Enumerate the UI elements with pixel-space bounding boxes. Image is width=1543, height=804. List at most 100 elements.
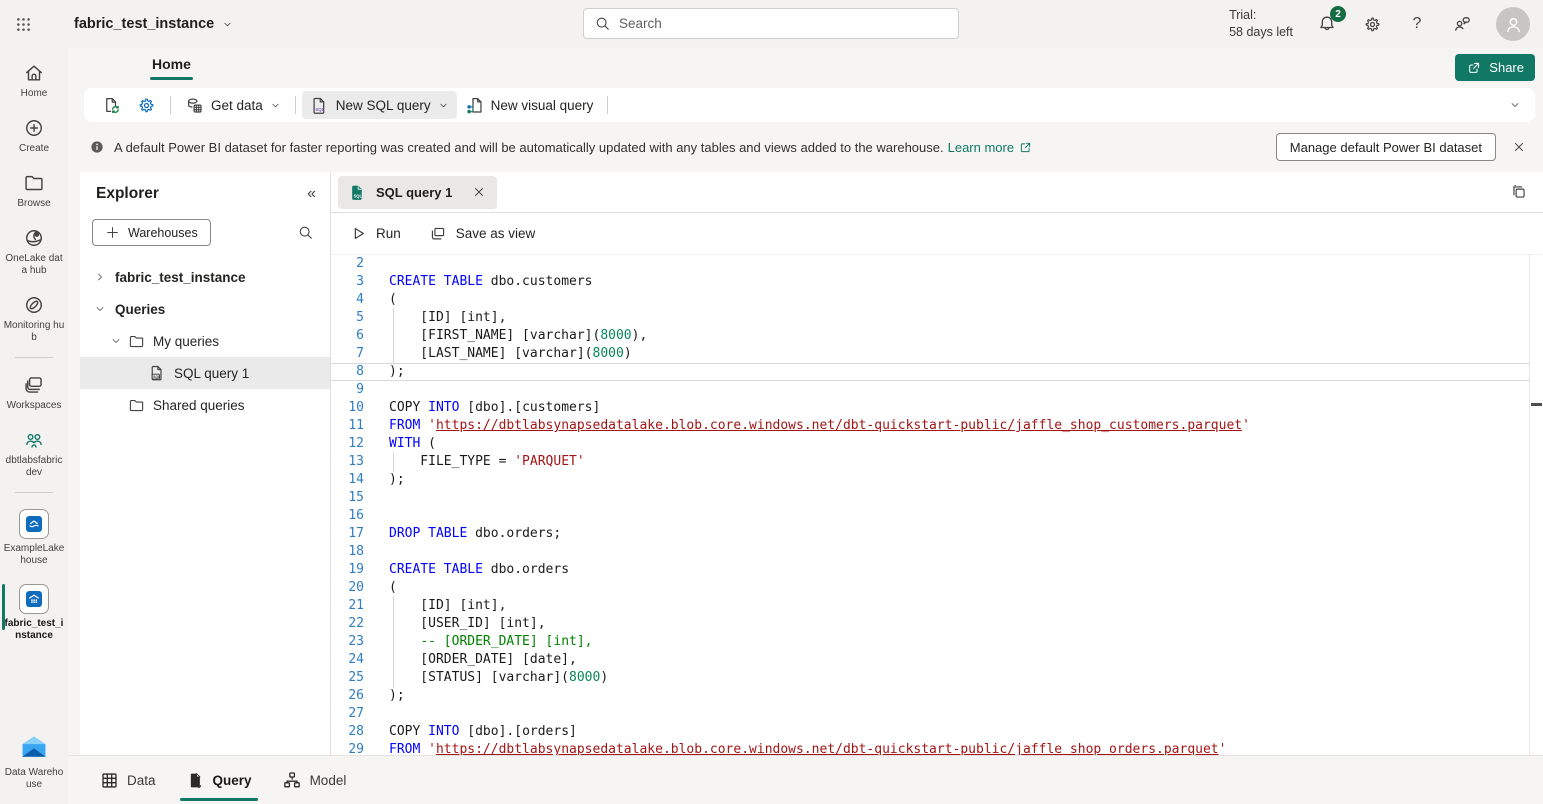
help-button[interactable]: ? xyxy=(1406,13,1428,35)
query-editor-panel: SQL SQL query 1 Run Save as view 23CREAT… xyxy=(331,172,1543,755)
collapse-explorer-button[interactable]: « xyxy=(307,186,316,202)
close-tab-button[interactable] xyxy=(472,185,486,199)
tab-home[interactable]: Home xyxy=(150,54,193,80)
manage-dataset-button[interactable]: Manage default Power BI dataset xyxy=(1276,133,1496,161)
rail-item-onelake-data-hub[interactable]: OneLake data hub xyxy=(0,223,68,281)
code-line-2[interactable]: 2 xyxy=(331,255,1529,273)
account-avatar[interactable] xyxy=(1496,7,1530,41)
code-token: https://dbtlabsynapsedatalake.blob.core.… xyxy=(436,418,1242,433)
tree-item-shared-queries[interactable]: Shared queries xyxy=(80,389,330,421)
overview-ruler[interactable] xyxy=(1529,255,1543,755)
rail-item-create[interactable]: Create xyxy=(0,113,68,159)
rail-item-workspaces[interactable]: Workspaces xyxy=(0,370,68,416)
code-line-15[interactable]: 15 xyxy=(331,489,1529,507)
rail-item-home[interactable]: Home xyxy=(0,58,68,104)
model-icon xyxy=(282,770,302,790)
code-line-11[interactable]: 11FROM 'https://dbtlabsynapsedatalake.bl… xyxy=(331,417,1529,435)
code-token: ); xyxy=(389,364,405,379)
code-line-18[interactable]: 18 xyxy=(331,543,1529,561)
bottom-tab-data[interactable]: Data xyxy=(100,756,156,804)
code-line-10[interactable]: 10COPY INTO [dbo].[customers] xyxy=(331,399,1529,417)
code-line-22[interactable]: 22 [USER_ID] [int], xyxy=(331,615,1529,633)
rail-item-dbtlabsfabricdev[interactable]: dbtlabsfabricdev xyxy=(0,425,68,483)
toolbar-divider xyxy=(295,96,296,114)
tree-item-sql-query-1[interactable]: SQLSQL query 1 xyxy=(80,357,330,389)
tree-item-my-queries[interactable]: My queries xyxy=(80,325,330,357)
search-input[interactable] xyxy=(619,16,948,31)
code-line-12[interactable]: 12WITH ( xyxy=(331,435,1529,453)
code-line-5[interactable]: 5 [ID] [int], xyxy=(331,309,1529,327)
code-token: [FIRST_NAME] [varchar]( xyxy=(389,328,600,343)
chevron-right-icon[interactable] xyxy=(92,271,108,283)
code-line-3[interactable]: 3CREATE TABLE dbo.customers xyxy=(331,273,1529,291)
code-line-28[interactable]: 28COPY INTO [dbo].[orders] xyxy=(331,723,1529,741)
code-line-8[interactable]: 8); xyxy=(331,363,1529,381)
collapse-ribbon-chevron[interactable] xyxy=(1509,99,1521,111)
code-line-4[interactable]: 4( xyxy=(331,291,1529,309)
tree-item-fabric-test-instance[interactable]: fabric_test_instance xyxy=(80,261,330,293)
code-line-24[interactable]: 24 [ORDER_DATE] [date], xyxy=(331,651,1529,669)
code-line-17[interactable]: 17DROP TABLE dbo.orders; xyxy=(331,525,1529,543)
code-editor[interactable]: 23CREATE TABLE dbo.customers4(5 [ID] [in… xyxy=(331,255,1529,755)
learn-more-link[interactable]: Learn more xyxy=(948,140,1033,155)
notifications-button[interactable]: 2 xyxy=(1316,13,1338,35)
rail-item-examplelakehouse[interactable]: ExampleLakehouse xyxy=(0,505,68,571)
warehouse-settings-button[interactable] xyxy=(129,91,164,119)
code-line-6[interactable]: 6 [FIRST_NAME] [varchar](8000), xyxy=(331,327,1529,345)
tree-item-label: SQL query 1 xyxy=(174,366,249,381)
code-line-13[interactable]: 13 FILE_TYPE = 'PARQUET' xyxy=(331,453,1529,471)
rail-item-browse[interactable]: Browse xyxy=(0,168,68,214)
code-line-7[interactable]: 7 [LAST_NAME] [varchar](8000) xyxy=(331,345,1529,363)
chevron-down-icon[interactable] xyxy=(92,303,108,315)
chevron-down-icon[interactable] xyxy=(108,335,124,347)
code-line-21[interactable]: 21 [ID] [int], xyxy=(331,597,1529,615)
code-line-19[interactable]: 19CREATE TABLE dbo.orders xyxy=(331,561,1529,579)
new-sql-query-button[interactable]: SQL New SQL query xyxy=(302,91,457,119)
feedback-icon xyxy=(1452,14,1472,34)
add-warehouses-button[interactable]: Warehouses xyxy=(92,219,211,246)
save-as-view-button[interactable]: Save as view xyxy=(429,225,536,243)
line-content: [USER_ID] [int], xyxy=(364,615,1529,633)
code-token: ( xyxy=(389,292,397,307)
query-tab[interactable]: SQL SQL query 1 xyxy=(338,176,497,209)
bottom-tab-model[interactable]: Model xyxy=(282,756,347,804)
workspace-title-dropdown[interactable]: fabric_test_instance xyxy=(74,16,233,32)
refresh-button[interactable] xyxy=(94,91,129,119)
settings-button[interactable] xyxy=(1361,13,1383,35)
rail-item-fabric-test-instance[interactable]: fabric_test_instance xyxy=(0,580,68,646)
code-line-27[interactable]: 27 xyxy=(331,705,1529,723)
rail-divider xyxy=(15,492,53,493)
copy-button[interactable] xyxy=(1510,183,1528,201)
line-number: 21 xyxy=(331,597,364,615)
code-line-16[interactable]: 16 xyxy=(331,507,1529,525)
get-data-button[interactable]: Get data xyxy=(177,91,289,119)
code-line-29[interactable]: 29FROM 'https://dbtlabsynapsedatalake.bl… xyxy=(331,741,1529,755)
new-visual-query-button[interactable]: New visual query xyxy=(457,91,602,119)
line-number: 17 xyxy=(331,525,364,543)
app-launcher-button[interactable] xyxy=(0,0,46,48)
bottom-tab-query[interactable]: Query xyxy=(186,756,252,804)
feedback-button[interactable] xyxy=(1451,13,1473,35)
refresh-document-icon xyxy=(102,96,121,115)
code-line-9[interactable]: 9 xyxy=(331,381,1529,399)
rail-item-monitoring-hub[interactable]: Monitoring hub xyxy=(0,290,68,348)
explorer-search-button[interactable] xyxy=(297,224,314,241)
code-line-23[interactable]: 23 -- [ORDER_DATE] [int], xyxy=(331,633,1529,651)
code-token: 8000 xyxy=(593,346,624,361)
rail-item-label: dbtlabsfabricdev xyxy=(3,455,65,479)
code-line-20[interactable]: 20( xyxy=(331,579,1529,597)
banner-close-button[interactable] xyxy=(1508,136,1530,158)
tree-item-queries[interactable]: Queries xyxy=(80,293,330,325)
rail-item-data-warehouse[interactable]: Data Warehouse xyxy=(0,729,68,795)
ribbon-row: Home Share xyxy=(68,48,1543,88)
code-line-25[interactable]: 25 [STATUS] [varchar](8000) xyxy=(331,669,1529,687)
line-number: 5 xyxy=(331,309,364,327)
grid-icon xyxy=(100,771,119,790)
line-number: 14 xyxy=(331,471,364,489)
code-line-26[interactable]: 26); xyxy=(331,687,1529,705)
top-header-bar: fabric_test_instance Trial: 58 days left… xyxy=(0,0,1543,48)
code-line-14[interactable]: 14); xyxy=(331,471,1529,489)
run-button[interactable]: Run xyxy=(350,225,401,242)
code-token xyxy=(389,634,420,649)
share-button[interactable]: Share xyxy=(1455,54,1535,81)
